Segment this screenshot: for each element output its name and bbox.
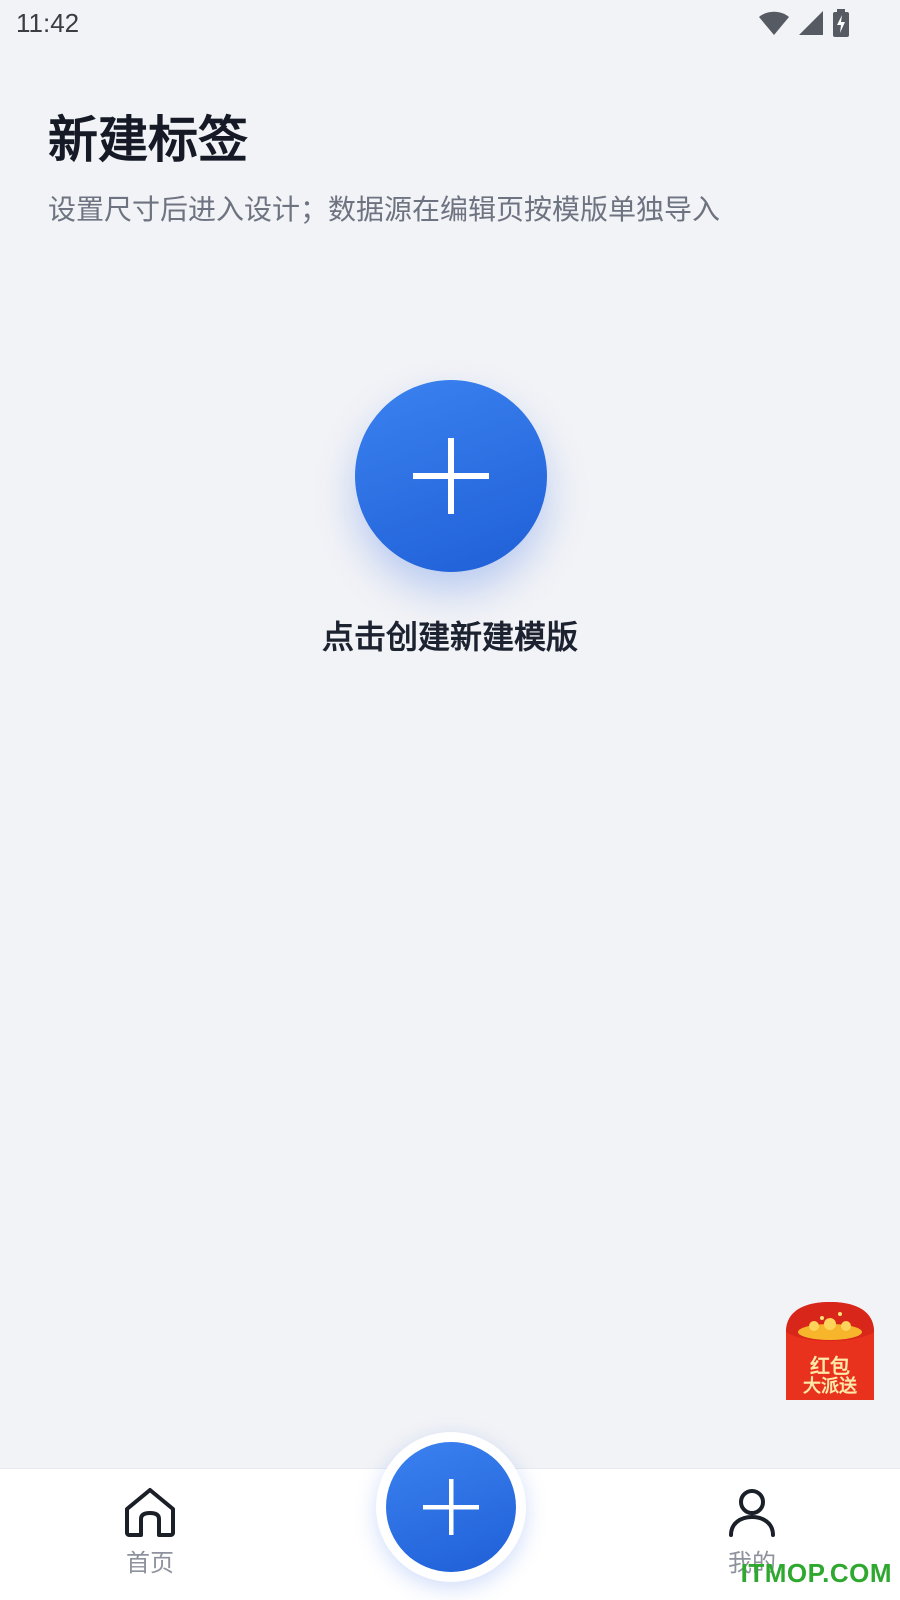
fab-container — [376, 1432, 526, 1582]
battery-charging-icon — [833, 9, 849, 37]
status-time: 11:42 — [16, 8, 80, 38]
nav-label-home: 首页 — [126, 1549, 174, 1577]
page-title: 新建标签 — [48, 111, 248, 169]
red-packet-promo[interactable]: 红包 大派送 — [786, 1302, 874, 1400]
user-icon — [729, 1489, 775, 1537]
watermark: ITMOP.COM — [740, 1558, 892, 1588]
status-icons — [758, 9, 850, 37]
wifi-icon — [759, 11, 789, 35]
fab-create-button[interactable] — [386, 1442, 516, 1572]
nav-item-home[interactable]: 首页 — [90, 1487, 210, 1597]
plus-icon — [423, 1479, 479, 1535]
signal-icon — [799, 11, 823, 35]
page-subtitle: 设置尺寸后进入设计；数据源在编辑页按模版单独导入 — [48, 193, 721, 226]
red-packet-text-2: 大派送 — [803, 1376, 857, 1397]
home-icon — [125, 1488, 175, 1537]
create-template-button[interactable] — [355, 380, 547, 572]
status-bar: 11:42 — [0, 0, 900, 50]
create-template-label[interactable]: 点击创建新建模版 — [0, 612, 900, 658]
plus-icon — [413, 438, 489, 514]
